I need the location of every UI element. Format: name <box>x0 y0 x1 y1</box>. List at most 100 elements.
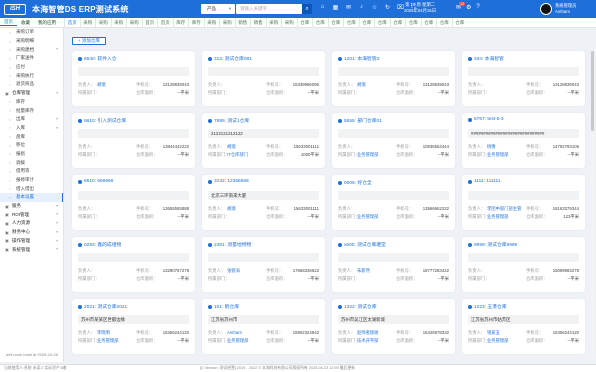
tab-item[interactable]: 销售 <box>250 18 266 28</box>
warehouse-card[interactable]: 101: 鹤仓库 江苏省苏州市 负责人： Antharn 手机号： 15902324942… <box>202 299 325 354</box>
sidebar-item[interactable]: ▫ 移位 <box>0 141 63 150</box>
sidebar-item[interactable]: ▫ 应付 <box>0 63 63 72</box>
card-title[interactable]: 7695: 测试1仓库 <box>208 117 249 124</box>
message-icon[interactable]: ✉ <box>344 4 353 11</box>
warehouse-card[interactable]: 7695: 测试1仓库 2122121212122 负责人： 胡瑞 手机号： 156330… <box>202 113 325 168</box>
tab-item[interactable]: 首页 <box>157 18 173 28</box>
sidebar-item[interactable]: ▣ 操作管理 ▾ <box>0 237 63 246</box>
card-title[interactable]: 1201: 本海智管3 <box>338 55 379 62</box>
avatar[interactable] <box>540 3 552 15</box>
tab-item[interactable]: 采购 <box>281 18 297 28</box>
tab-item[interactable]: 采购 <box>265 18 282 28</box>
notification-icon[interactable]: ✉ 12 <box>456 2 466 11</box>
warehouse-card[interactable]: 9999: 测试仓库9999 负责人： 手机号： 15099983278 所属部门： 仓库… <box>462 237 585 292</box>
nav-favorites[interactable]: 收藏 <box>17 20 34 26</box>
nav-my-apps[interactable]: 我的应用 <box>34 20 60 26</box>
warehouse-card[interactable]: 5767: test-5-3 ##########################… <box>462 113 585 168</box>
tab-item[interactable]: 仓库 <box>343 18 359 28</box>
tab-item[interactable]: 仓库 <box>405 18 421 28</box>
sidebar-item[interactable]: ▣ 人力资源 ▾ <box>0 219 63 228</box>
card-title[interactable]: 9999: 测试仓库9999 <box>468 241 517 248</box>
tab-item[interactable]: 仓库 <box>420 18 437 28</box>
warehouse-card[interactable]: 1322: 测试仓库 苏州市吴江区太湖新城 负责人： 赵师者接收 手机号： 1542697… <box>332 299 455 354</box>
tab-item[interactable]: 采购 <box>219 18 235 28</box>
card-title[interactable]: 101: 鹤仓库 <box>208 303 239 310</box>
tab-item[interactable]: 采购 <box>110 18 127 28</box>
card-title[interactable]: 6610: 666666 <box>78 179 113 184</box>
warehouse-card[interactable]: 1111: 111111 负责人： 李团中部门部主管 手机号： 18163379344 所… <box>462 175 585 230</box>
sidebar-item[interactable]: ▣ 仓库管理 ▾ <box>0 89 63 98</box>
warehouse-card[interactable]: 1201: 本海智管3 负责人： 胡瑞 手机号： 13128839043 所属部门： 仓库面… <box>332 51 455 106</box>
card-title[interactable]: x600: 测试仓库堪堂 <box>338 241 386 248</box>
warehouse-card[interactable]: 6610: 引入测试仓库 负责人： 手机号： 13844442222 所属部门： 仓库面积… <box>72 113 195 168</box>
star-icon[interactable]: ☆ <box>370 4 379 11</box>
bell-icon[interactable]: ♪ <box>357 4 366 11</box>
sidebar-item[interactable]: ▫ 厂家送件 <box>0 54 63 63</box>
tab-item[interactable]: 采购 <box>79 18 96 28</box>
add-warehouse-button[interactable]: + 添加仓库 <box>72 37 106 45</box>
warehouse-card[interactable]: 6610: 666666 负责人： 手机号： 13655555888 所属部门： 仓库面积… <box>72 175 195 230</box>
warehouse-card[interactable]: 1223: 五港仓库 江苏省苏州市姑苏区 负责人： 钱爱五 手机号： 1535624412… <box>462 299 585 354</box>
tab-item[interactable]: 库存 <box>172 18 189 28</box>
tab-item[interactable]: 仓库 <box>374 18 390 28</box>
warehouse-card[interactable]: 5555: 部门仓库01 负责人： 手机号： 10835554444 所属部门： 业务管理… <box>332 113 455 168</box>
sidebar-item[interactable]: ▫ 采购建档 ▾ <box>0 45 63 54</box>
sidebar-item[interactable]: ▫ 批量库存 <box>0 106 63 115</box>
tab-item[interactable]: 首页 <box>64 18 80 28</box>
grid-icon[interactable]: ▦ <box>331 4 340 11</box>
warehouse-card[interactable]: 2021: 测试仓库2021 苏州市某某区世都边缘 负责人： 李晓明 手机号： 15356… <box>72 299 195 354</box>
warehouse-card[interactable]: 312: 测试仓库081 负责人： 手机号： 15339986096 所属部门： 仓库面积… <box>202 51 325 106</box>
warehouse-card[interactable]: 2381: 测量地特物 负责人： 张锐海 手机号： 17668336622 所属部门： 仓库… <box>202 237 325 292</box>
sidebar-item[interactable]: ▫ 库存 <box>0 98 63 107</box>
sidebar-item[interactable]: ▫ 出库 ▾ <box>0 115 63 124</box>
sidebar-item[interactable]: ▣ ROI管理 ▾ <box>0 210 63 219</box>
card-title[interactable]: 6640: 软件入仓 <box>78 55 117 62</box>
tab-item[interactable]: 仓库 <box>327 18 344 28</box>
tab-item[interactable]: 仓库 <box>389 18 406 28</box>
card-title[interactable]: 312: 测试仓库081 <box>208 55 252 62</box>
sidebar-item[interactable]: ▫ 基本设置 <box>0 193 63 202</box>
card-title[interactable]: 5767: test-5-3 <box>468 117 504 122</box>
sidebar-item[interactable]: ▫ 盘库 <box>0 132 63 141</box>
card-title[interactable]: 2021: 测试仓库2021 <box>78 303 127 310</box>
tab-item[interactable]: 库存 <box>188 18 204 28</box>
sidebar-item[interactable]: ▫ 入库 ▾ <box>0 124 63 133</box>
refresh-icon[interactable]: ↻ <box>383 4 392 11</box>
card-title[interactable]: 1111: 111111 <box>468 179 501 184</box>
tab-item[interactable]: 仓库 <box>358 18 375 28</box>
warehouse-card[interactable]: 0006: 好仓全 负责人： 手机号： 13566662222 所属部门： 业务管理部 仓库… <box>332 175 455 230</box>
tab-item[interactable]: 采购 <box>203 18 220 28</box>
card-title[interactable]: 0006: 好仓全 <box>338 179 372 186</box>
card-title[interactable]: 5555: 部门仓库01 <box>338 117 382 124</box>
card-title[interactable]: 3132: 12366668 <box>208 179 249 184</box>
sidebar-item[interactable]: ▫ 采购明细 <box>0 37 63 46</box>
sidebar-item[interactable]: ▣ 系统管理 ▾ <box>0 245 63 254</box>
warehouse-card[interactable]: 3132: 12366668 北京三环南来大厦 负责人： 胡瑞 手机号： 15633001… <box>202 175 325 230</box>
card-title[interactable]: 1223: 五港仓库 <box>468 303 507 310</box>
warehouse-card[interactable]: 6640: 软件入仓 负责人： 胡瑞 手机号： 13128839043 所属部门： 仓库面积… <box>72 51 195 106</box>
tab-item[interactable]: 仓库 <box>436 18 452 28</box>
sidebar-item[interactable]: ▫ 借入借出 <box>0 184 63 193</box>
scrollbar[interactable] <box>591 51 594 357</box>
warehouse-card[interactable]: 334: 本海智管 负责人： 手机号： 13128839043 所属部门： 仓库面积： --… <box>462 51 585 106</box>
nav-home[interactable]: 首页 <box>0 19 17 26</box>
tab-item[interactable]: 销售 <box>234 18 251 28</box>
tab-item[interactable]: 仓库 <box>451 18 468 28</box>
home-icon[interactable]: ⌂ <box>318 4 327 11</box>
sidebar-item[interactable]: ▫ 报修审计 <box>0 176 63 185</box>
sidebar-item[interactable]: ▫ 退货商品 <box>0 80 63 89</box>
warehouse-card[interactable]: x600: 测试仓库堪堂 负责人： 朱新然 手机号： 18777283422 所属部门： 仓… <box>332 237 455 292</box>
card-title[interactable]: 1322: 测试仓库 <box>338 303 377 310</box>
card-title[interactable]: 334: 本海智管 <box>468 55 504 62</box>
sidebar-item[interactable]: ▫ 采购订单 <box>0 28 63 37</box>
settings-icon[interactable]: ⚙ <box>466 4 471 11</box>
tab-item[interactable]: 首页 <box>141 18 158 28</box>
sidebar-item[interactable]: ▣ 财务中心 ▾ <box>0 228 63 237</box>
tab-item[interactable]: 仓库 <box>312 18 328 28</box>
sidebar-item[interactable]: ▫ 调拨 <box>0 158 63 167</box>
help-icon[interactable]: ? <box>476 4 479 11</box>
warehouse-card[interactable]: 0293: 鑫的成组物 负责人： 手机号： 13290767278 所属部门： 仓库面积：… <box>72 237 195 292</box>
sidebar-item[interactable]: ▫ 报损 <box>0 150 63 159</box>
user-info[interactable]: 系统管理员 Antharn <box>555 3 576 14</box>
card-title[interactable]: 2381: 测量地特物 <box>208 241 251 248</box>
